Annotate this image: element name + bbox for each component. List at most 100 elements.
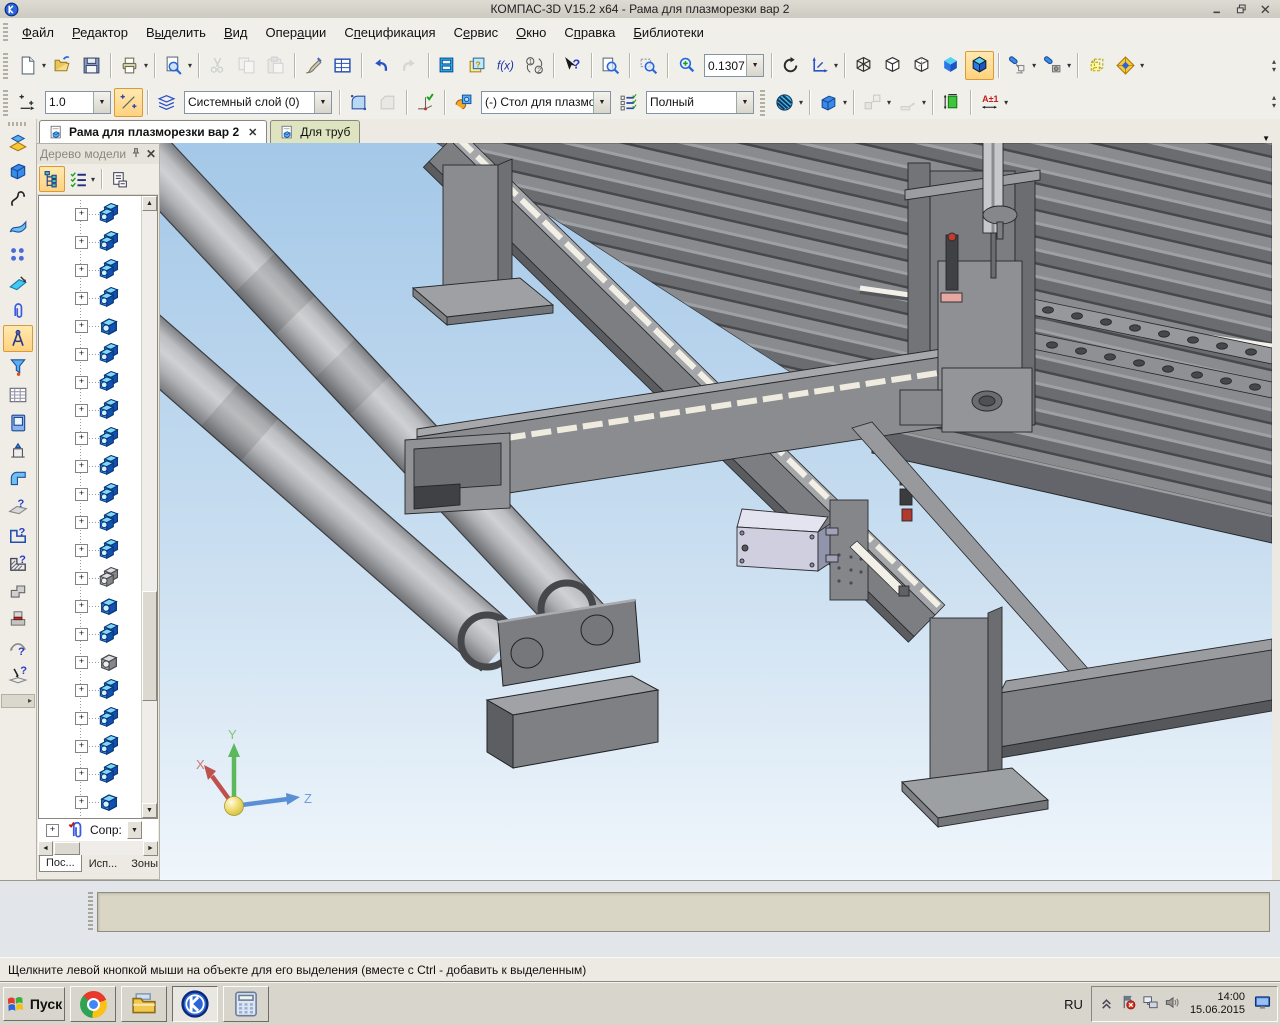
tree-vertical-scrollbar[interactable]: ▲ ▼ (141, 196, 157, 818)
expand-icon[interactable]: + (75, 516, 88, 529)
expand-icon[interactable]: + (75, 404, 88, 417)
property-bar-grip[interactable] (88, 892, 93, 932)
conditional-marks-button[interactable] (3, 437, 33, 464)
context-help-button[interactable]: ? (558, 51, 587, 80)
tree-item[interactable]: + (39, 676, 142, 704)
shaded-with-edges-button[interactable] (965, 51, 994, 80)
tree-item[interactable]: + (39, 396, 142, 424)
menu-Редактор[interactable]: Редактор (63, 21, 137, 44)
dropdown-icon[interactable]: ▾ (144, 61, 148, 70)
auxiliary-geometry-button[interactable] (3, 269, 33, 296)
expand-icon[interactable]: + (75, 348, 88, 361)
paste-button[interactable] (261, 51, 290, 80)
expand-icon[interactable]: + (75, 460, 88, 473)
menu-Операции[interactable]: Операции (256, 21, 335, 44)
expand-icon[interactable]: + (75, 320, 88, 333)
arrays-button[interactable] (3, 241, 33, 268)
expand-icon[interactable]: + (75, 432, 88, 445)
snap-points-button[interactable] (114, 88, 143, 117)
tree-item[interactable]: + (39, 452, 142, 480)
save-document-button[interactable] (77, 51, 106, 80)
specification-button[interactable] (3, 381, 33, 408)
expand-icon[interactable]: + (75, 740, 88, 753)
check-hatch-button[interactable]: ? (3, 549, 33, 576)
menu-Библиотеки[interactable]: Библиотеки (624, 21, 712, 44)
expand-icon[interactable]: + (75, 600, 88, 613)
tree-structure-button[interactable] (39, 166, 65, 192)
tree-item[interactable]: + (39, 508, 142, 536)
document-tab[interactable]: Рама для плазморезки вар 2✕ (39, 120, 267, 143)
expand-icon[interactable]: + (75, 684, 88, 697)
menu-grip[interactable] (3, 23, 8, 43)
tree-item[interactable]: + (39, 480, 142, 508)
zoom_scale-combo[interactable]: 0.1307▼ (704, 54, 764, 77)
check-plane-button[interactable]: ? (3, 493, 33, 520)
tree-item[interactable]: + (39, 340, 142, 368)
light-source-button[interactable] (1038, 51, 1067, 80)
volume-icon[interactable] (1164, 994, 1181, 1014)
cursor-step-button[interactable] (13, 88, 42, 117)
document-tab[interactable]: Для труб (270, 120, 360, 143)
solid-modeling-button[interactable] (3, 157, 33, 184)
layers-button[interactable] (152, 88, 181, 117)
functions-button[interactable]: f(x) (491, 51, 520, 80)
detailing-combo[interactable]: Полный▼ (646, 91, 754, 114)
dimensions-3d-button[interactable] (937, 88, 966, 117)
tolerance-button[interactable]: A±1 (975, 88, 1004, 117)
component-combo[interactable]: (-) Стол для плазмо▼ (481, 91, 611, 114)
dropdown-icon[interactable]: ▾ (887, 98, 891, 107)
dropdown-icon[interactable]: ▾ (843, 98, 847, 107)
menu-Спецификация[interactable]: Спецификация (335, 21, 444, 44)
wireframe-button[interactable] (849, 51, 878, 80)
tab-close-icon[interactable]: ✕ (248, 126, 257, 139)
sheet-metal-button[interactable] (3, 465, 33, 492)
tree-item[interactable]: + (39, 312, 142, 340)
rounding-button[interactable] (344, 88, 373, 117)
expand-icon[interactable]: + (75, 488, 88, 501)
expand-tray-icon[interactable] (1098, 994, 1115, 1014)
toolbar-grip[interactable] (760, 90, 765, 116)
security-alert-icon[interactable] (1120, 994, 1137, 1014)
spatial-curves-button[interactable] (3, 185, 33, 212)
tree-tab[interactable]: Зоны (124, 855, 165, 873)
dropdown-icon[interactable]: ▼ (93, 92, 110, 113)
dropdown-icon[interactable]: ▼ (746, 55, 763, 76)
tree-tab[interactable]: Пос... (39, 855, 82, 872)
press-mold-button[interactable] (3, 605, 33, 632)
taskbar-calculator-button[interactable] (223, 986, 269, 1022)
network-icon[interactable] (1142, 994, 1159, 1014)
tree-item[interactable]: + (39, 732, 142, 760)
scroll-left-icon[interactable]: ◄ (38, 841, 53, 856)
dropdown-icon[interactable]: ▼ (314, 92, 331, 113)
redo-button[interactable] (395, 51, 424, 80)
zoom-by-page-button[interactable] (596, 51, 625, 80)
mates-button[interactable] (3, 297, 33, 324)
tree-item[interactable]: + (39, 648, 142, 676)
close-button[interactable] (1255, 2, 1276, 16)
taskbar-explorer-button[interactable] (121, 986, 167, 1022)
hidden-lines-thin-button[interactable] (907, 51, 936, 80)
shaded-button[interactable] (936, 51, 965, 80)
print-button[interactable] (115, 51, 144, 80)
zoom-in-out-button[interactable] (672, 51, 701, 80)
tree-item[interactable]: + (39, 284, 142, 312)
tree-item[interactable]: + (39, 228, 142, 256)
gray-solid-button[interactable] (3, 577, 33, 604)
edit-part-button[interactable] (3, 129, 33, 156)
tree-item[interactable]: + (39, 256, 142, 284)
dropdown-icon[interactable]: ▾ (922, 98, 926, 107)
dropdown-icon[interactable]: ▼ (736, 92, 753, 113)
expand-icon[interactable]: + (75, 572, 88, 585)
tree-item[interactable]: + (39, 788, 142, 816)
dropdown-icon[interactable]: ▾ (42, 61, 46, 70)
tree-item[interactable]: + (39, 536, 142, 564)
perspective-light-button[interactable] (1003, 51, 1032, 80)
library-manager-button[interactable]: ? (462, 51, 491, 80)
menu-Сервис[interactable]: Сервис (445, 21, 508, 44)
menu-Вид[interactable]: Вид (215, 21, 257, 44)
expand-icon[interactable]: + (75, 544, 88, 557)
menu-Окно[interactable]: Окно (507, 21, 555, 44)
zoom-by-window-button[interactable] (634, 51, 663, 80)
dropdown-icon[interactable]: ▾ (188, 61, 192, 70)
tree-item[interactable]: + (39, 704, 142, 732)
